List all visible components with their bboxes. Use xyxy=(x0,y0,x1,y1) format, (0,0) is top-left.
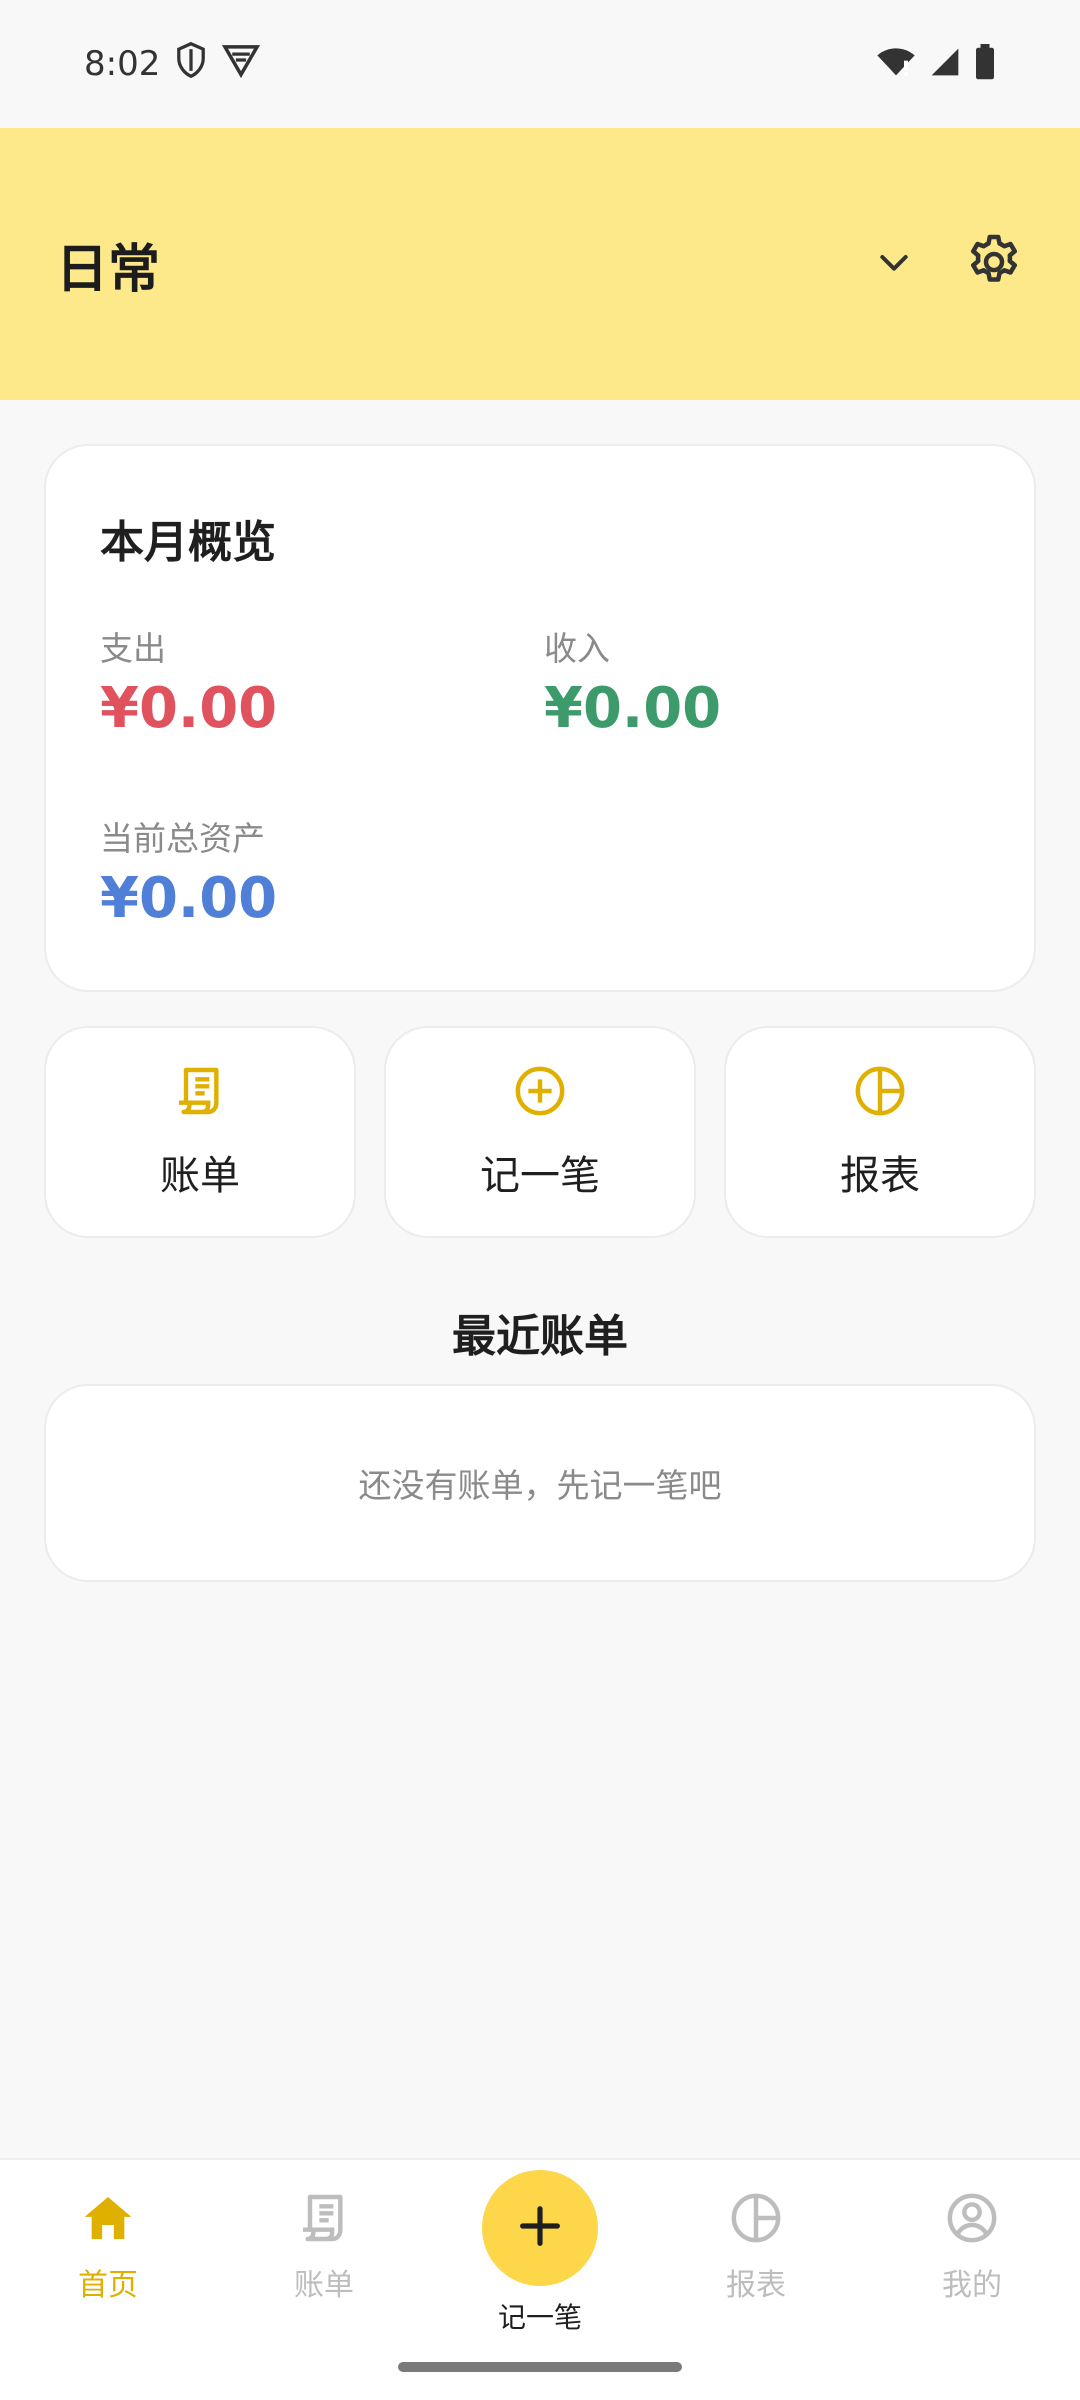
tab-home[interactable]: 首页 xyxy=(38,2190,178,2304)
assets-value: ¥0.00 xyxy=(100,866,278,931)
tab-profile[interactable]: 我的 xyxy=(902,2190,1042,2304)
receipt-icon xyxy=(172,1063,228,1123)
tab-reports-label: 报表 xyxy=(726,2268,786,2303)
pie-chart-icon xyxy=(728,2190,784,2250)
recent-bills-empty-card: 还没有账单，先记一笔吧 xyxy=(44,1384,1036,1582)
status-time: 8:02 xyxy=(84,44,161,84)
status-right xyxy=(876,44,996,84)
tab-add-label[interactable]: 记一笔 xyxy=(440,2296,640,2336)
tab-reports[interactable]: 报表 xyxy=(686,2190,826,2304)
plus-icon xyxy=(514,2200,566,2256)
wifi-icon xyxy=(876,46,916,82)
quick-action-bills-label: 账单 xyxy=(160,1153,240,1199)
income-label: 收入 xyxy=(544,629,610,668)
monthly-overview-card: 本月概览 支出 ¥0.00 收入 ¥0.00 当前总资产 ¥0.00 xyxy=(44,444,1036,992)
tab-profile-label: 我的 xyxy=(942,2268,1002,2303)
overview-title: 本月概览 xyxy=(100,517,276,568)
header-actions xyxy=(874,232,1024,296)
empty-state-text: 还没有账单，先记一笔吧 xyxy=(358,1466,722,1505)
income-value: ¥0.00 xyxy=(544,676,722,741)
battery-icon xyxy=(974,44,996,84)
ledger-title: 日常 xyxy=(56,239,161,300)
tab-bills-label: 账单 xyxy=(294,2268,354,2303)
quick-action-reports[interactable]: 报表 xyxy=(724,1026,1036,1238)
app-header: 日常 xyxy=(0,128,1080,400)
quick-action-add-label: 记一笔 xyxy=(480,1153,600,1199)
expense-label: 支出 xyxy=(100,629,166,668)
expense-value: ¥0.00 xyxy=(100,676,278,741)
receipt-icon xyxy=(296,2190,352,2250)
profile-icon xyxy=(944,2190,1000,2250)
vpn-icon xyxy=(222,42,261,87)
chevron-down-icon[interactable] xyxy=(874,242,914,286)
status-bar: 8:02 xyxy=(0,0,1080,128)
signal-icon xyxy=(928,46,962,82)
tab-bills[interactable]: 账单 xyxy=(254,2190,394,2304)
add-circle-icon xyxy=(512,1063,568,1123)
status-left: 8:02 xyxy=(84,41,261,88)
quick-action-reports-label: 报表 xyxy=(840,1153,920,1199)
quick-action-add[interactable]: 记一笔 xyxy=(384,1026,696,1238)
home-icon xyxy=(80,2190,136,2250)
pie-chart-icon xyxy=(852,1063,908,1123)
recent-bills-title: 最近账单 xyxy=(452,1311,628,1362)
tab-home-label: 首页 xyxy=(78,2268,138,2303)
gear-icon[interactable] xyxy=(964,232,1024,296)
add-record-button[interactable] xyxy=(482,2170,598,2286)
shield-icon xyxy=(174,41,208,88)
assets-label: 当前总资产 xyxy=(100,819,265,858)
home-indicator[interactable] xyxy=(398,2362,682,2372)
quick-action-bills[interactable]: 账单 xyxy=(44,1026,356,1238)
